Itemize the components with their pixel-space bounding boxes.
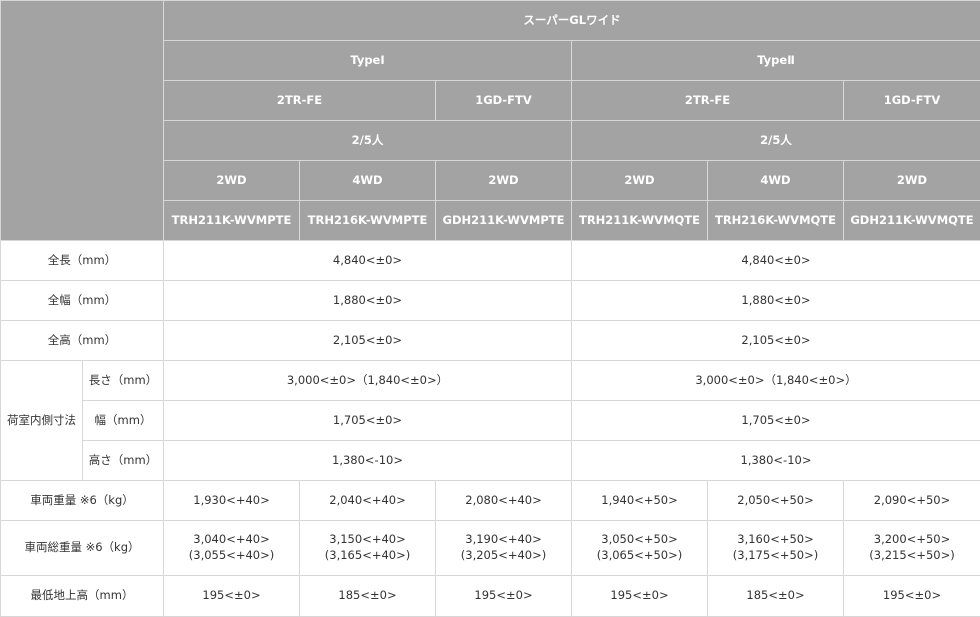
drive-header: 2WD bbox=[436, 161, 572, 201]
table-cell: 3,050<+50> (3,065<+50>) bbox=[572, 521, 708, 576]
cell-line: 3,160<+50> bbox=[737, 532, 813, 546]
table-cell: 3,200<+50> (3,215<+50>) bbox=[844, 521, 980, 576]
cell-line: (3,165<+40>) bbox=[325, 548, 410, 562]
engine-header: 2TR-FE bbox=[572, 81, 844, 121]
table-cell: 1,705<±0> bbox=[164, 401, 572, 441]
model-header: GDH211K-WVMPTE bbox=[436, 201, 572, 241]
row-label-cargo-group: 荷室内側寸法 bbox=[1, 361, 83, 481]
table-cell: 4,840<±0> bbox=[164, 241, 572, 281]
table-cell: 1,380<-10> bbox=[572, 441, 980, 481]
engine-header: 2TR-FE bbox=[164, 81, 436, 121]
cell-line: 3,150<+40> bbox=[329, 532, 405, 546]
table-cell: 3,150<+40> (3,165<+40>) bbox=[300, 521, 436, 576]
model-header: TRH211K-WVMQTE bbox=[572, 201, 708, 241]
grade-header: スーパーGLワイド bbox=[164, 1, 980, 41]
table-cell: 2,040<+40> bbox=[300, 481, 436, 521]
table-cell: 1,380<-10> bbox=[164, 441, 572, 481]
table-cell: 1,930<+40> bbox=[164, 481, 300, 521]
cell-line: (3,175<+50>) bbox=[733, 548, 818, 562]
type2-header: TypeⅡ bbox=[572, 41, 980, 81]
table-cell: 1,940<+50> bbox=[572, 481, 708, 521]
table-cell: 185<±0> bbox=[300, 576, 436, 617]
type1-header: TypeⅠ bbox=[164, 41, 572, 81]
cell-line: 3,040<+40> bbox=[193, 532, 269, 546]
model-header: TRH216K-WVMPTE bbox=[300, 201, 436, 241]
cell-line: 3,200<+50> bbox=[874, 532, 950, 546]
table-cell: 195<±0> bbox=[572, 576, 708, 617]
drive-header: 4WD bbox=[708, 161, 844, 201]
table-corner bbox=[1, 1, 164, 241]
row-label-height: 全高（mm） bbox=[1, 321, 164, 361]
table-cell: 3,190<+40> (3,205<+40>) bbox=[436, 521, 572, 576]
cell-line: 3,050<+50> bbox=[601, 532, 677, 546]
cell-line: 3,190<+40> bbox=[465, 532, 541, 546]
cell-line: (3,205<+40>) bbox=[461, 548, 546, 562]
seating-header: 2/5人 bbox=[572, 121, 980, 161]
table-cell: 195<±0> bbox=[436, 576, 572, 617]
table-cell: 1,880<±0> bbox=[572, 281, 980, 321]
table-cell: 2,090<+50> bbox=[844, 481, 980, 521]
row-label-ground-clearance: 最低地上高（mm） bbox=[1, 576, 164, 617]
table-cell: 1,880<±0> bbox=[164, 281, 572, 321]
engine-header: 1GD-FTV bbox=[844, 81, 980, 121]
drive-header: 2WD bbox=[164, 161, 300, 201]
table-cell: 195<±0> bbox=[844, 576, 980, 617]
row-label-width: 全幅（mm） bbox=[1, 281, 164, 321]
cell-line: (3,055<+40>) bbox=[189, 548, 274, 562]
row-label-cargo-length: 長さ（mm） bbox=[83, 361, 164, 401]
table-cell: 1,705<±0> bbox=[572, 401, 980, 441]
table-cell: 2,080<+40> bbox=[436, 481, 572, 521]
row-label-length: 全長（mm） bbox=[1, 241, 164, 281]
model-header: TRH211K-WVMPTE bbox=[164, 201, 300, 241]
table-cell: 3,000<±0>（1,840<±0>） bbox=[164, 361, 572, 401]
row-label-weight: 車両重量 ※6（kg） bbox=[1, 481, 164, 521]
drive-header: 2WD bbox=[844, 161, 980, 201]
cell-line: (3,215<+50>) bbox=[869, 548, 954, 562]
table-cell: 2,105<±0> bbox=[572, 321, 980, 361]
row-label-gross-weight: 車両総重量 ※6（kg） bbox=[1, 521, 164, 576]
table-cell: 2,105<±0> bbox=[164, 321, 572, 361]
row-label-cargo-height: 高さ（mm） bbox=[83, 441, 164, 481]
model-header: TRH216K-WVMQTE bbox=[708, 201, 844, 241]
table-cell: 4,840<±0> bbox=[572, 241, 980, 281]
table-cell: 2,050<+50> bbox=[708, 481, 844, 521]
table-cell: 195<±0> bbox=[164, 576, 300, 617]
drive-header: 4WD bbox=[300, 161, 436, 201]
model-header: GDH211K-WVMQTE bbox=[844, 201, 980, 241]
engine-header: 1GD-FTV bbox=[436, 81, 572, 121]
row-label-cargo-width: 幅（mm） bbox=[83, 401, 164, 441]
table-cell: 3,000<±0>（1,840<±0>） bbox=[572, 361, 980, 401]
table-cell: 185<±0> bbox=[708, 576, 844, 617]
drive-header: 2WD bbox=[572, 161, 708, 201]
cell-line: (3,065<+50>) bbox=[597, 548, 682, 562]
table-cell: 3,160<+50> (3,175<+50>) bbox=[708, 521, 844, 576]
table-cell: 3,040<+40> (3,055<+40>) bbox=[164, 521, 300, 576]
spec-table: スーパーGLワイド TypeⅠ TypeⅡ 2TR-FE 1GD-FTV 2TR… bbox=[0, 0, 980, 617]
seating-header: 2/5人 bbox=[164, 121, 572, 161]
